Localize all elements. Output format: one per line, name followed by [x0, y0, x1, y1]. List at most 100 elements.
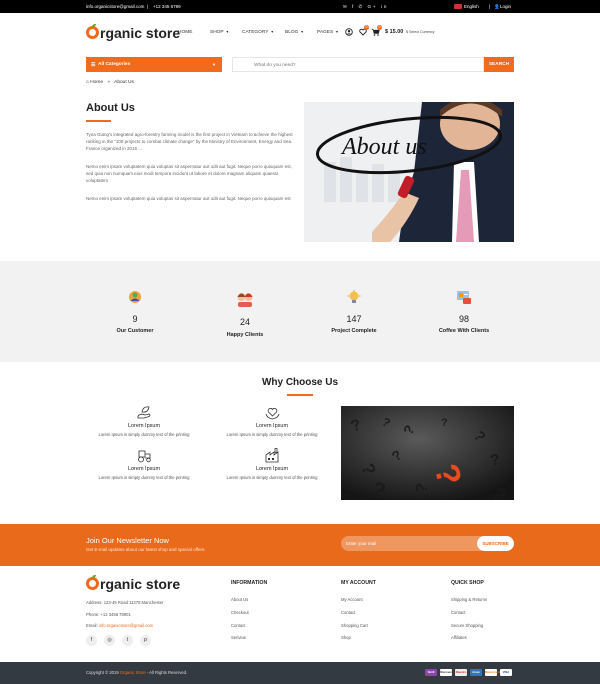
user-icon: 👤: [494, 4, 500, 9]
currency-select[interactable]: $ Select Currency: [406, 30, 435, 34]
wishlist-count-badge: 0: [364, 25, 369, 30]
main-header: rganic store HOME SHOP ▼ CATEGORY ▼ BLOG ▼ …: [0, 13, 600, 53]
footer-heading-quick-shop: QUICK SHOP: [451, 580, 484, 586]
feature-description: Lorem Ipsum is simply dummy text of the …: [98, 432, 190, 437]
about-image: About us: [304, 102, 514, 242]
cart-count-badge: 0: [377, 25, 382, 30]
logo[interactable]: rganic store: [86, 24, 181, 41]
chevron-down-icon: ▼: [212, 62, 216, 67]
title-underline: [86, 120, 111, 122]
about-paragraph-1: Tyna Giang's integrated agro-forestry fa…: [86, 132, 293, 151]
footer-link[interactable]: Checkout: [231, 610, 249, 615]
mastercard-icon: Mastercard: [485, 669, 500, 676]
instagram-icon[interactable]: ◎: [104, 635, 115, 646]
footer-heading-information: INFORMATION: [231, 580, 268, 586]
footer-link[interactable]: Secure Shopping: [451, 623, 483, 628]
stat-label: Our Customer: [116, 328, 154, 334]
happy-clients-icon: [237, 293, 253, 307]
heart-hands-icon: [265, 408, 280, 420]
discover-icon: Discover: [440, 669, 452, 676]
search-input[interactable]: What do you need?: [232, 57, 484, 72]
customer-icon: [129, 291, 141, 303]
chevron-down-icon: ▼: [225, 30, 230, 34]
account-icon[interactable]: [345, 28, 353, 36]
breadcrumb-home[interactable]: Home: [90, 80, 103, 85]
flag-icon: [454, 4, 462, 9]
login-link[interactable]: Login: [500, 4, 511, 9]
menu-icon: ☰: [91, 62, 96, 68]
newsletter-title: Join Our Newsletter Now: [86, 536, 169, 545]
project-icon: [347, 290, 361, 303]
visa-icon: VISA: [500, 669, 512, 676]
feature-title: Lorem Ipsum: [255, 423, 289, 429]
footer-address: Address: 123-45 Road 11378 Manchester: [86, 600, 164, 605]
footer-logo[interactable]: rganic store: [86, 575, 180, 592]
all-categories-button[interactable]: ☰ All Categories ▼: [86, 57, 222, 72]
subscribe-button[interactable]: SUBSCRIBE: [477, 536, 514, 551]
stat-number: 24: [239, 317, 250, 327]
coffee-icon: [457, 291, 471, 304]
maestro-icon: Maestro: [455, 669, 467, 676]
breadcrumb-separator: »: [107, 80, 111, 85]
nav-blog[interactable]: BLOG ▼: [285, 30, 304, 35]
topbar-phone[interactable]: +12 345 6789: [153, 4, 181, 9]
footer: rganic store Address: 123-45 Road 11378 …: [0, 566, 600, 662]
stat-number: 147: [346, 314, 362, 324]
nav-home[interactable]: HOME: [178, 30, 192, 35]
language-select[interactable]: English: [464, 4, 479, 9]
about-image-text: About us: [340, 134, 427, 160]
stat-number: 9: [132, 314, 138, 324]
footer-email-label: Email:: [86, 623, 98, 628]
all-categories-label: All Categories: [98, 62, 131, 67]
footer-email-row: Email: info.organicstore@gmail.com: [86, 623, 153, 628]
skrill-icon: Skrill: [425, 669, 437, 676]
footer-link[interactable]: Contact: [451, 610, 465, 615]
cart-total: $ 15.00: [385, 29, 404, 35]
copyright-brand-link[interactable]: Organic Store: [120, 670, 146, 675]
stat-label: Project Complete: [331, 328, 377, 334]
topbar-email[interactable]: info.organicstore@gmail.com: [86, 4, 144, 9]
feature-description: Lorem Ipsum is simply dummy text of the …: [98, 475, 190, 480]
newsletter-subtitle: Get E-mail updates about our latest shop…: [86, 547, 206, 552]
chevron-down-icon: ▼: [300, 30, 304, 34]
footer-link[interactable]: Contact: [231, 623, 245, 628]
footer-email-link[interactable]: info.organicstore@gmail.com: [99, 623, 153, 628]
stat-label: Coffee With Clients: [438, 328, 490, 334]
chevron-down-icon: ▼: [335, 30, 339, 34]
copyright-text: Copyright © 2019 Organic Store - All Rig…: [86, 670, 188, 675]
divider: |: [489, 4, 491, 9]
logo-text: rganic store: [100, 25, 181, 41]
footer-link[interactable]: Shopping Cart: [341, 623, 368, 628]
footer-link[interactable]: Affiliates: [451, 635, 467, 640]
about-paragraph-2: Nemo enim ipsam voluptatem quia voluptas…: [86, 164, 292, 183]
about-paragraph-3: Nemo enim ipsam voluptatem quia voluptas…: [86, 196, 291, 201]
search-button[interactable]: SEARCH: [484, 57, 514, 72]
top-bar: info.organicstore@gmail.com | +12 345 67…: [0, 0, 600, 13]
stats-section: 9 Our Customer 24 Happy Clients 147 Proj…: [0, 261, 600, 362]
chevron-down-icon: ▼: [270, 30, 274, 34]
stat-label: Happy Clients: [226, 332, 264, 338]
footer-link[interactable]: Shipping & Returns: [451, 597, 487, 602]
breadcrumb-current: About Us: [114, 80, 134, 85]
twitter-icon[interactable]: t: [122, 635, 133, 646]
footer-link[interactable]: Serivius: [231, 635, 246, 640]
pinterest-icon[interactable]: p: [140, 635, 151, 646]
question-marks-image: ? ? ? ? ? ? ? ? ? ? ? ?: [341, 406, 514, 500]
feature-title: Lorem Ipsum: [127, 423, 161, 429]
hand-leaf-icon: [137, 406, 151, 419]
feature-title: Lorem Ipsum: [127, 466, 161, 472]
nav-category[interactable]: CATEGORY ▼: [242, 30, 274, 35]
nav-shop[interactable]: SHOP ▼: [210, 30, 229, 35]
topbar-social-icons[interactable]: ✉ f ✆ G+ in: [343, 4, 388, 10]
footer-link[interactable]: My Account: [341, 597, 363, 602]
stat-number: 98: [458, 314, 469, 324]
feature-description: Lorem Ipsum is simply dummy text of the …: [226, 475, 318, 480]
facebook-icon[interactable]: f: [86, 635, 97, 646]
title-underline: [287, 394, 313, 396]
newsletter-email-input[interactable]: Enter your mail: [346, 541, 376, 546]
footer-link[interactable]: About Us: [231, 597, 248, 602]
nav-pages[interactable]: PAGES ▼: [317, 30, 339, 35]
topbar-separator: |: [147, 4, 149, 9]
footer-link[interactable]: Shop: [341, 635, 351, 640]
footer-link[interactable]: Contact: [341, 610, 355, 615]
